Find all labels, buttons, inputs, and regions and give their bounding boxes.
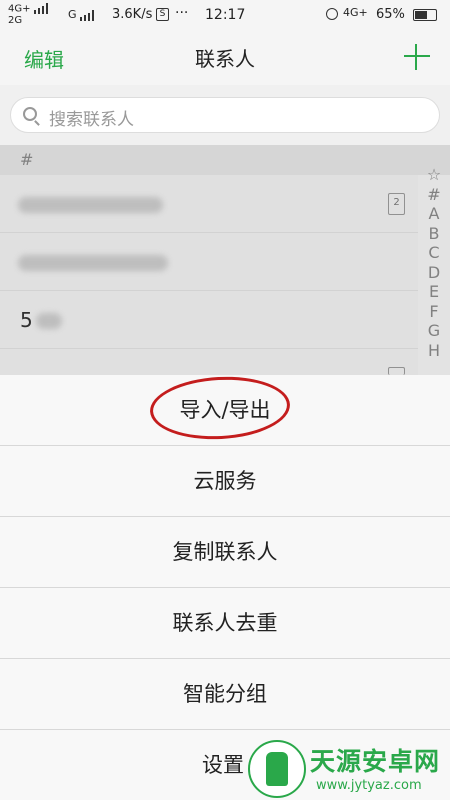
- app-header: 编辑 联系人: [0, 30, 450, 85]
- signal-bars-icon: [80, 9, 95, 21]
- index-letter[interactable]: G: [424, 321, 444, 341]
- add-contact-plus-icon[interactable]: [400, 40, 434, 74]
- sim-badge-icon: [388, 367, 405, 375]
- menu-item-cloud-service[interactable]: 云服务: [0, 446, 450, 517]
- blurred-phone-number: [18, 255, 168, 271]
- sim2-network-label: G: [68, 8, 77, 21]
- blurred-phone-number: [18, 197, 163, 213]
- contact-row[interactable]: [0, 349, 418, 375]
- index-letter[interactable]: C: [424, 243, 444, 263]
- alphabet-index[interactable]: ☆ # A B C D E F G H: [424, 165, 444, 360]
- signal-bars-icon: [33, 3, 48, 14]
- more-notifications-icon: ···: [175, 5, 189, 21]
- index-letter[interactable]: A: [424, 204, 444, 224]
- menu-item-copy-contacts[interactable]: 复制联系人: [0, 517, 450, 588]
- page-title: 联系人: [195, 47, 255, 71]
- menu-item-smart-groups[interactable]: 智能分组: [0, 659, 450, 730]
- index-letter[interactable]: #: [424, 185, 444, 205]
- status-bar: 4G+ 2G G 3.6K/s S ··· 12:17 4G+ 65%: [0, 0, 450, 30]
- battery-icon: [413, 9, 437, 21]
- sim1-network-label: 4G+: [8, 3, 31, 15]
- index-letter[interactable]: F: [424, 302, 444, 322]
- sim2-badge-icon: 2: [388, 193, 405, 215]
- menu-item-import-export[interactable]: 导入/导出: [0, 375, 450, 446]
- index-letter[interactable]: H: [424, 341, 444, 361]
- section-header: #: [0, 145, 450, 175]
- index-letter[interactable]: ☆: [424, 165, 444, 185]
- signal-sim2: G: [68, 8, 95, 21]
- watermark-android-logo-icon: [248, 740, 306, 798]
- battery-percent: 65%: [376, 7, 405, 22]
- index-letter[interactable]: E: [424, 282, 444, 302]
- edit-button[interactable]: 编辑: [24, 44, 64, 73]
- network-speed: 3.6K/s: [112, 7, 153, 22]
- menu-item-dedupe-contacts[interactable]: 联系人去重: [0, 588, 450, 659]
- watermark-url: www.jytyaz.com: [316, 778, 422, 793]
- action-sheet: 导入/导出 云服务 复制联系人 联系人去重 智能分组 设置: [0, 375, 450, 800]
- clock: 12:17: [205, 7, 246, 23]
- contact-row[interactable]: [0, 233, 418, 291]
- notification-s-icon: S: [156, 8, 169, 21]
- search-placeholder: 搜索联系人: [49, 110, 134, 130]
- blurred-name: [36, 313, 62, 329]
- index-letter[interactable]: D: [424, 263, 444, 283]
- watermark-name: 天源安卓网: [310, 747, 441, 776]
- search-icon: [23, 107, 37, 121]
- mobile-network-label: 4G+: [343, 6, 368, 19]
- contact-name: 5: [20, 308, 33, 332]
- contact-row[interactable]: 2: [0, 175, 418, 233]
- search-input[interactable]: 搜索联系人: [10, 97, 440, 133]
- sim1-sub-label: 2G: [8, 14, 23, 26]
- signal-sim1: 4G+ 2G: [8, 3, 48, 26]
- watermark: 天源安卓网 www.jytyaz.com: [248, 738, 450, 800]
- battery-level: [415, 11, 428, 19]
- alarm-icon: [326, 8, 338, 20]
- contact-row[interactable]: 5: [0, 291, 418, 349]
- index-letter[interactable]: B: [424, 224, 444, 244]
- section-header-label: #: [20, 150, 34, 169]
